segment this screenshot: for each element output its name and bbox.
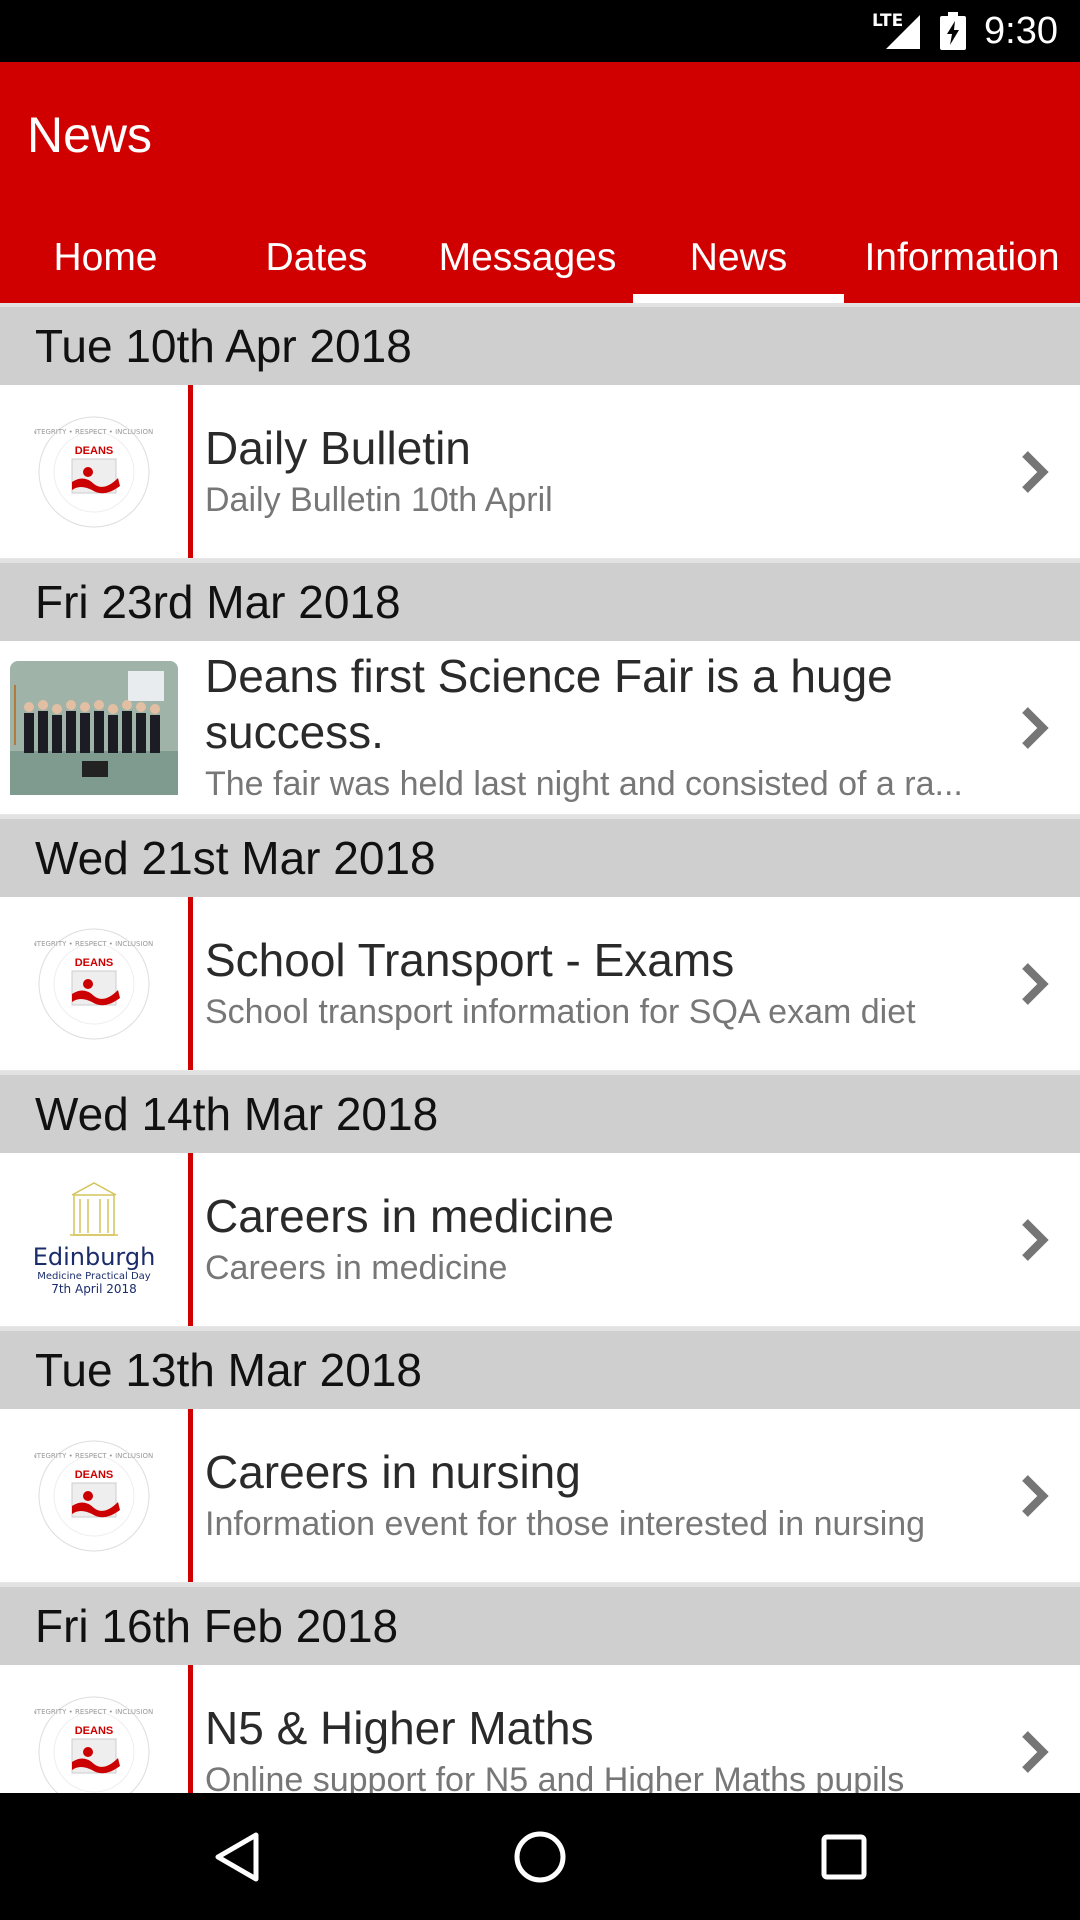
edinburgh-line2: 7th April 2018 — [51, 1282, 137, 1296]
date-header: Wed 14th Mar 2018 — [0, 1071, 1080, 1153]
news-thumbnail: ASPIRATION • INTEGRITY • RESPECT • INCLU… — [0, 385, 188, 558]
chevron-right-icon — [990, 897, 1080, 1070]
date-header: Tue 10th Apr 2018 — [0, 303, 1080, 385]
tab-information[interactable]: Information — [844, 212, 1080, 303]
logo-wordmark: DEANS — [75, 1725, 114, 1737]
page-title: News — [27, 107, 153, 163]
chevron-right-icon — [990, 1153, 1080, 1326]
news-subtitle: Daily Bulletin 10th April — [205, 480, 553, 519]
edinburgh-line1: Medicine Practical Day — [37, 1271, 151, 1282]
news-title: Careers in nursing — [205, 1445, 581, 1498]
logo-wordmark: DEANS — [75, 1469, 114, 1481]
news-title: Deans first Science Fair is a huge succe… — [205, 649, 893, 758]
news-thumbnail: ASPIRATION • INTEGRITY • RESPECT • INCLU… — [0, 1665, 188, 1793]
tab-messages[interactable]: Messages — [422, 212, 633, 303]
recents-square-icon[interactable] — [808, 1821, 880, 1893]
status-icons: LTE 9:30 — [872, 0, 1058, 62]
deans-logo: ASPIRATION • INTEGRITY • RESPECT • INCLU… — [34, 1696, 154, 1793]
news-thumbnail: Edinburgh Medicine Practical Day 7th Apr… — [0, 1153, 188, 1326]
news-item[interactable]: Deans first Science Fair is a huge succe… — [0, 641, 1080, 815]
logo-wordmark: DEANS — [75, 957, 114, 969]
news-title: School Transport - Exams — [205, 933, 735, 986]
clock: 9:30 — [984, 9, 1058, 52]
news-item[interactable]: ASPIRATION • INTEGRITY • RESPECT • INCLU… — [0, 385, 1080, 559]
status-bar: LTE 9:30 — [0, 0, 1080, 62]
news-subtitle: Information event for those interested i… — [205, 1504, 926, 1543]
news-title: Daily Bulletin — [205, 421, 471, 474]
date-header: Fri 23rd Mar 2018 — [0, 559, 1080, 641]
date-header: Tue 13th Mar 2018 — [0, 1327, 1080, 1409]
news-item[interactable]: ASPIRATION • INTEGRITY • RESPECT • INCLU… — [0, 1665, 1080, 1793]
date-header: Wed 21st Mar 2018 — [0, 815, 1080, 897]
news-subtitle: School transport information for SQA exa… — [205, 992, 916, 1031]
news-subtitle: The fair was held last night and consist… — [205, 764, 963, 803]
chevron-right-icon — [990, 641, 1080, 814]
news-item[interactable]: ASPIRATION • INTEGRITY • RESPECT • INCLU… — [0, 1409, 1080, 1583]
news-title: N5 & Higher Maths — [205, 1701, 594, 1754]
deans-logo: ASPIRATION • INTEGRITY • RESPECT • INCLU… — [34, 1440, 154, 1551]
home-circle-icon[interactable] — [504, 1821, 576, 1893]
news-thumbnail: ASPIRATION • INTEGRITY • RESPECT • INCLU… — [0, 1409, 188, 1582]
news-item[interactable]: Edinburgh Medicine Practical Day 7th Apr… — [0, 1153, 1080, 1327]
tab-dates[interactable]: Dates — [211, 212, 422, 303]
news-subtitle: Online support for N5 and Higher Maths p… — [205, 1760, 905, 1794]
chevron-right-icon — [990, 1409, 1080, 1582]
date-header: Fri 16th Feb 2018 — [0, 1583, 1080, 1665]
tab-news[interactable]: News — [633, 212, 844, 303]
chevron-right-icon — [990, 385, 1080, 558]
news-subtitle: Careers in medicine — [205, 1248, 508, 1287]
app-bar: News Home Dates Messages News Informatio… — [0, 62, 1080, 303]
logo-wordmark: DEANS — [75, 445, 114, 457]
battery-charging-icon — [940, 12, 967, 50]
news-thumbnail: ASPIRATION • INTEGRITY • RESPECT • INCLU… — [0, 897, 188, 1070]
logo-ring-text: ASPIRATION • INTEGRITY • RESPECT • INCLU… — [34, 940, 154, 948]
tab-home[interactable]: Home — [0, 212, 211, 303]
deans-logo: ASPIRATION • INTEGRITY • RESPECT • INCLU… — [34, 416, 154, 527]
group-photo — [10, 660, 178, 795]
edinburgh-wordmark: Edinburgh — [33, 1243, 156, 1271]
news-thumbnail — [0, 641, 188, 814]
logo-ring-text: ASPIRATION • INTEGRITY • RESPECT • INCLU… — [34, 428, 154, 436]
logo-ring-text: ASPIRATION • INTEGRITY • RESPECT • INCLU… — [34, 1708, 154, 1716]
news-item[interactable]: ASPIRATION • INTEGRITY • RESPECT • INCLU… — [0, 897, 1080, 1071]
deans-logo: ASPIRATION • INTEGRITY • RESPECT • INCLU… — [34, 928, 154, 1039]
tab-bar: Home Dates Messages News Information — [0, 212, 1080, 303]
edinburgh-logo: Edinburgh Medicine Practical Day 7th Apr… — [33, 1181, 156, 1296]
back-triangle-icon[interactable] — [200, 1821, 272, 1893]
chevron-right-icon — [990, 1665, 1080, 1793]
logo-ring-text: ASPIRATION • INTEGRITY • RESPECT • INCLU… — [34, 1452, 154, 1460]
news-list[interactable]: Tue 10th Apr 2018 ASPIRATION • INTEGRITY… — [0, 303, 1080, 1793]
system-nav-bar — [0, 1793, 1080, 1920]
lte-signal-icon: LTE — [872, 11, 922, 51]
network-label: LTE — [872, 11, 904, 31]
news-title: Careers in medicine — [205, 1189, 615, 1242]
